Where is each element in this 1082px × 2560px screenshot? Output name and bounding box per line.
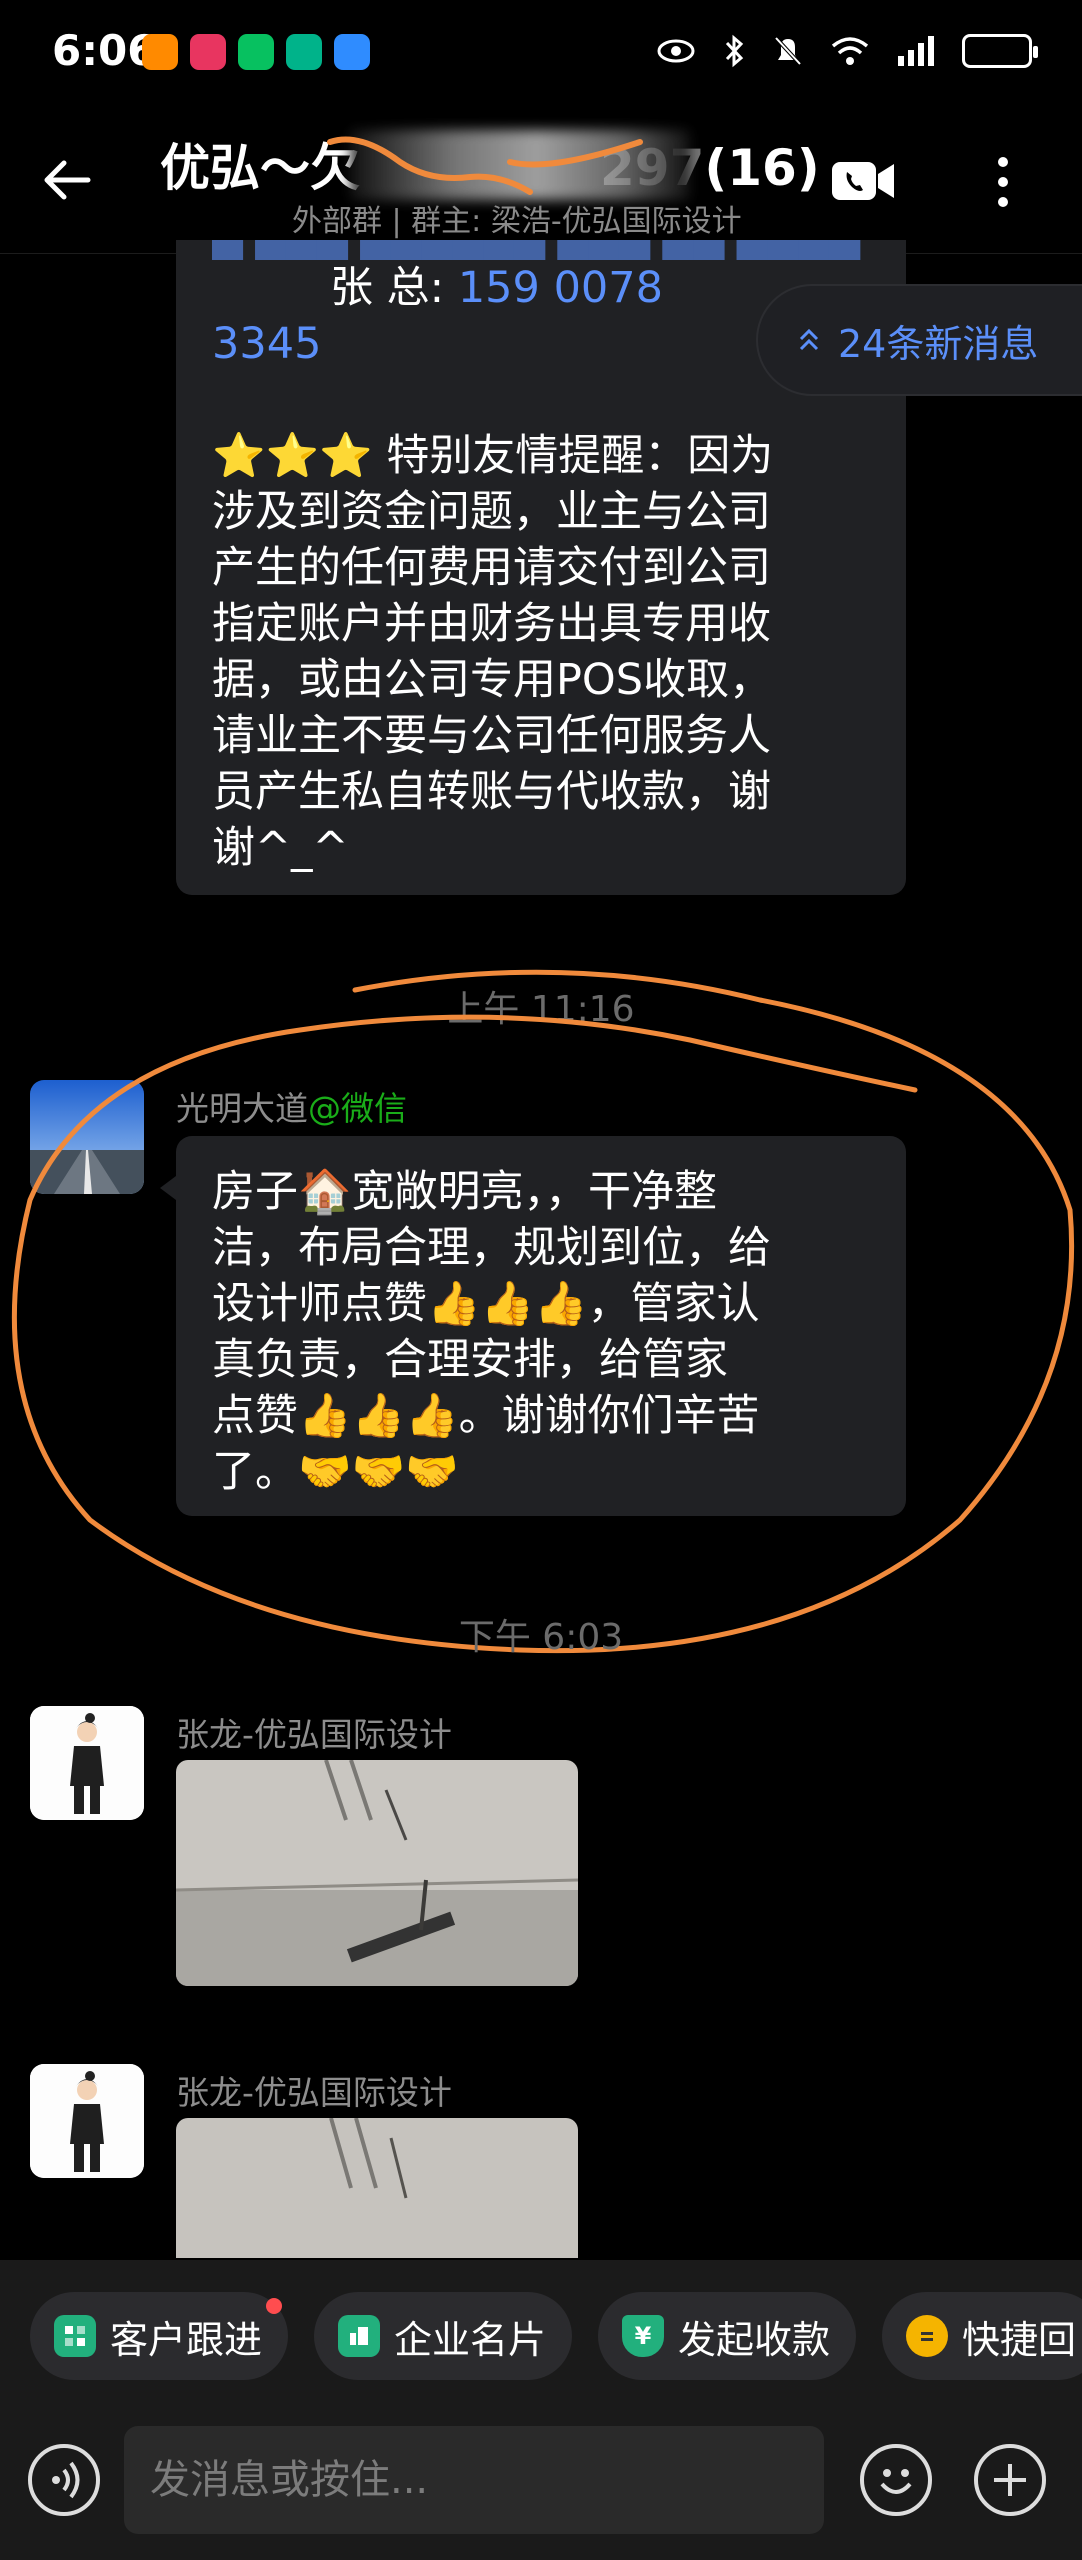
timestamp: 下午 6:03 bbox=[458, 1617, 624, 1658]
sender-name: 光明大道@微信 bbox=[176, 1082, 407, 1130]
more-functions-button[interactable] bbox=[974, 2444, 1046, 2516]
status-time: 6:06 bbox=[52, 26, 157, 75]
quick-action-label: 企业名片 bbox=[394, 2317, 547, 2362]
bottom-toolbar: 客户跟进 企业名片 ¥ 发起收款 快捷回 bbox=[0, 2260, 1082, 2560]
signal-icon bbox=[898, 36, 934, 66]
customer-follow-icon bbox=[54, 2315, 96, 2357]
sender-name-text: 光明大道 bbox=[176, 1089, 308, 1128]
chat-subtitle: 外部群 | 群主: 梁浩-优弘国际设计 bbox=[292, 204, 742, 239]
avatar[interactable] bbox=[30, 2064, 144, 2178]
status-bar: 6:06 bbox=[0, 0, 1082, 112]
new-messages-label: 24条新消息 bbox=[838, 321, 1039, 366]
sender-tag: @微信 bbox=[308, 1089, 407, 1128]
reminder-line: 员产生私自转账与代收款，谢 bbox=[212, 767, 771, 817]
star-icon: ⭐ bbox=[265, 431, 320, 481]
emoji-button[interactable] bbox=[860, 2444, 932, 2516]
message-line: 设计师点赞👍👍👍，管家认 bbox=[212, 1279, 760, 1329]
reminder-line: 据，或由公司专用POS收取， bbox=[212, 655, 773, 705]
quick-action-label: 发起收款 bbox=[678, 2317, 831, 2362]
message-line: 洁，布局合理，规划到位，给 bbox=[212, 1223, 771, 1273]
new-messages-button[interactable]: 24条新消息 bbox=[756, 284, 1082, 396]
ceiling-photo bbox=[176, 1760, 578, 1986]
reminder-line: 特别友情提醒：因为 bbox=[386, 431, 774, 481]
eye-icon bbox=[657, 39, 695, 63]
quick-action-label: 快捷回 bbox=[962, 2317, 1077, 2362]
timestamp: 上午 11:16 bbox=[447, 989, 635, 1030]
more-options-icon[interactable] bbox=[985, 152, 1021, 212]
ceiling-photo bbox=[176, 2118, 578, 2258]
notification-dot bbox=[266, 2298, 283, 2314]
star-icon: ⭐ bbox=[319, 431, 373, 481]
clipped-text: █ ███ ██████ ███ ██ ████ bbox=[212, 240, 870, 260]
voice-icon bbox=[52, 2461, 80, 2499]
weather-icon bbox=[334, 34, 370, 70]
message-bubble-review[interactable]: 房子🏠宽敞明亮，，干净整 洁，布局合理，规划到位，给 设计师点赞👍👍👍，管家认 … bbox=[160, 1136, 906, 1516]
chat-header: 优弘～欠297(16) 外部群 | 群主: 梁浩-优弘国际设计 bbox=[0, 112, 1082, 254]
bluetooth-icon bbox=[725, 34, 744, 68]
contact-name: 张 总: bbox=[330, 263, 445, 313]
quick-action-label: 客户跟进 bbox=[110, 2317, 263, 2362]
back-arrow-icon[interactable] bbox=[38, 150, 98, 210]
quick-action-payment[interactable]: ¥ 发起收款 bbox=[598, 2292, 857, 2380]
quick-action-business-card[interactable]: 企业名片 bbox=[314, 2292, 573, 2380]
video-call-icon[interactable] bbox=[830, 158, 896, 204]
sender-name: 张龙-优弘国际设计 bbox=[176, 2073, 452, 2112]
plus-icon bbox=[994, 2464, 1026, 2496]
boss-icon bbox=[286, 34, 322, 70]
reminder-line: 指定账户并由财务出具专用收 bbox=[212, 599, 771, 649]
avatar[interactable] bbox=[30, 1080, 144, 1194]
message-line: 点赞👍👍👍。谢谢你们辛苦 bbox=[212, 1391, 760, 1441]
voice-input-button[interactable] bbox=[28, 2444, 100, 2516]
wechat-icon bbox=[238, 34, 274, 70]
avatar[interactable] bbox=[30, 1706, 144, 1820]
battery-icon bbox=[962, 34, 1038, 68]
contact-phone[interactable]: 159 0078 bbox=[458, 263, 663, 313]
reminder-line: 产生的任何费用请交付到公司 bbox=[212, 543, 771, 593]
reminder-line: 涉及到资金问题，业主与公司 bbox=[212, 487, 771, 537]
message-line: 了。🤝🤝🤝 bbox=[212, 1447, 459, 1497]
app-icon bbox=[190, 34, 226, 70]
quick-action-customer-follow[interactable]: 客户跟进 bbox=[30, 2292, 289, 2380]
payment-icon: ¥ bbox=[622, 2315, 665, 2357]
wifi-icon bbox=[831, 37, 869, 65]
taobao-icon bbox=[142, 34, 178, 70]
business-card-icon bbox=[338, 2315, 381, 2357]
image-message[interactable] bbox=[176, 1760, 578, 1986]
message-line: 真负责，合理安排，给管家 bbox=[212, 1335, 728, 1385]
quick-reply-icon bbox=[906, 2315, 949, 2357]
input-row bbox=[0, 2420, 1082, 2540]
emoji-icon bbox=[880, 2469, 912, 2494]
quick-actions: 客户跟进 企业名片 ¥ 发起收款 快捷回 bbox=[30, 2292, 1082, 2380]
avatar-person-image bbox=[30, 2064, 144, 2178]
reminder-line: 请业主不要与公司任何服务人 bbox=[212, 711, 771, 761]
sender-name: 张龙-优弘国际设计 bbox=[176, 1715, 452, 1754]
message-input[interactable] bbox=[124, 2426, 824, 2534]
message-line: 房子🏠宽敞明亮，，干净整 bbox=[212, 1167, 718, 1217]
status-app-icons bbox=[142, 34, 370, 70]
mute-bell-icon bbox=[774, 36, 802, 66]
member-count: (16) bbox=[704, 139, 820, 197]
quick-action-quick-reply[interactable]: 快捷回 bbox=[882, 2292, 1082, 2380]
image-message[interactable] bbox=[176, 2118, 578, 2258]
status-indicators bbox=[656, 34, 1038, 68]
double-chevron-up-icon bbox=[799, 328, 819, 351]
avatar-road-image bbox=[30, 1080, 144, 1194]
avatar-person-image bbox=[30, 1706, 144, 1820]
reminder-line: 谢^_^ bbox=[212, 823, 349, 873]
star-icon: ⭐ bbox=[212, 431, 266, 481]
